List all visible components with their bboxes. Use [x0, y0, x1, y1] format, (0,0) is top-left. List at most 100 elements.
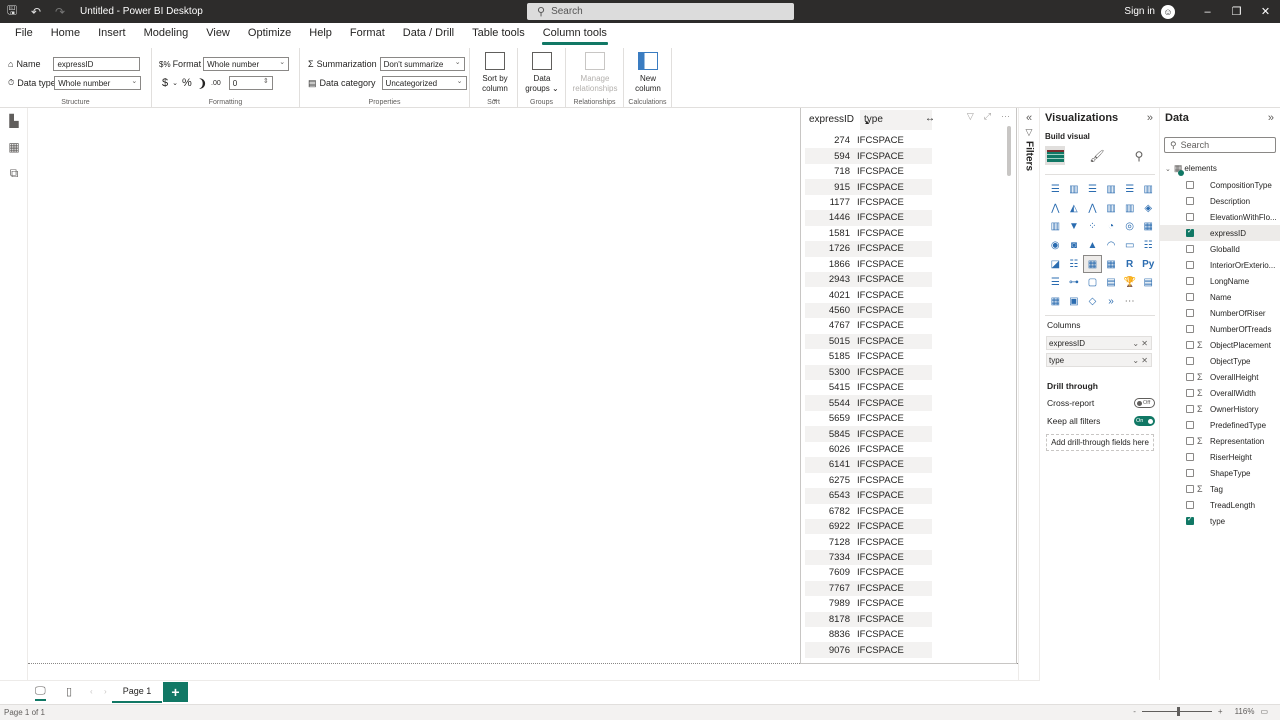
filters-label[interactable]: Filters	[1024, 141, 1035, 171]
summarization-dropdown[interactable]: Don't summarize ⌄	[379, 57, 465, 71]
field-checkbox[interactable]	[1186, 245, 1194, 253]
zoom-in-button[interactable]: +	[1218, 707, 1223, 716]
format-dropdown[interactable]: Whole number ⌄	[203, 57, 290, 71]
field-item[interactable]: Σ Representation	[1160, 433, 1280, 449]
mobile-layout-icon[interactable]: ▯	[66, 685, 72, 698]
table-visual-icon[interactable]: ▦	[1083, 254, 1102, 274]
menu-column-tools[interactable]: Column tools	[534, 23, 616, 45]
percent-button[interactable]: %	[182, 77, 192, 89]
table-row[interactable]: 1446 IFCSPACE	[805, 210, 932, 226]
more-visual-icon[interactable]: ⋯	[1120, 292, 1139, 311]
drill-through-drop-zone[interactable]: Add drill-through fields here	[1046, 434, 1154, 451]
funnel-visual-icon[interactable]: ▼	[1065, 217, 1084, 236]
spinner-icon[interactable]: ⇕	[263, 77, 269, 85]
build-visual-tab[interactable]	[1045, 146, 1065, 165]
column-resize-cursor-icon[interactable]: ↔	[925, 113, 935, 124]
keep-filters-toggle[interactable]: On	[1134, 416, 1155, 426]
chevron-visual-icon[interactable]: »	[1102, 292, 1121, 311]
qa-visual-icon[interactable]: ▢	[1083, 273, 1102, 292]
focus-mode-icon[interactable]: ⤢	[984, 111, 991, 122]
diamond-visual-icon[interactable]: ◇	[1083, 292, 1102, 311]
field-checkbox[interactable]	[1186, 227, 1194, 237]
field-item[interactable]: Σ OverallHeight	[1160, 369, 1280, 385]
clustered-column-visual-icon[interactable]: ▥	[1102, 180, 1121, 199]
field-checkbox[interactable]	[1186, 389, 1194, 397]
decimal-places-icon[interactable]: .00	[211, 80, 221, 87]
scatter-visual-icon[interactable]: ⁘	[1083, 217, 1102, 236]
line-clustered-column-visual-icon[interactable]: ▥	[1120, 199, 1139, 218]
field-checkbox[interactable]	[1186, 421, 1194, 429]
page-tab-1[interactable]: Page 1	[112, 681, 162, 703]
filled-map-visual-icon[interactable]: ◙	[1065, 236, 1084, 255]
field-checkbox[interactable]	[1186, 261, 1194, 269]
vertical-scrollbar[interactable]	[1007, 126, 1011, 176]
field-checkbox[interactable]	[1186, 213, 1194, 221]
table-node-elements[interactable]: ⌄ ▦ elements	[1165, 163, 1217, 176]
field-item[interactable]: LongName	[1160, 273, 1280, 289]
slicer-visual-icon[interactable]: ☷	[1065, 255, 1084, 274]
field-checkbox[interactable]	[1186, 437, 1194, 445]
field-item[interactable]: NumberOfRiser	[1160, 305, 1280, 321]
filter-icon[interactable]: ▽	[967, 111, 974, 122]
currency-chevron-icon[interactable]: ⌄	[172, 79, 178, 87]
table-row[interactable]: 6141 IFCSPACE	[805, 457, 932, 473]
field-item[interactable]: RiserHeight	[1160, 449, 1280, 465]
table-row[interactable]: 5300 IFCSPACE	[805, 364, 932, 380]
field-checkbox[interactable]	[1186, 181, 1194, 189]
global-search-box[interactable]: ⚲ Search	[527, 3, 794, 20]
save-icon[interactable]: 🖫	[0, 1, 24, 22]
paginated-visual-icon[interactable]: ▤	[1139, 273, 1158, 292]
table-row[interactable]: 1177 IFCSPACE	[805, 195, 932, 210]
field-item[interactable]: NumberOfTreads	[1160, 321, 1280, 337]
area-visual-icon[interactable]: ◭	[1065, 199, 1084, 218]
power-automate-visual-icon[interactable]: ▣	[1065, 292, 1084, 311]
menu-view[interactable]: View	[197, 23, 239, 45]
comma-style-button[interactable]: ❩	[198, 77, 207, 90]
metrics-visual-icon[interactable]: 🏆	[1120, 273, 1139, 292]
field-item[interactable]: Σ Tag	[1160, 481, 1280, 497]
table-row[interactable]: 274 IFCSPACE	[805, 133, 932, 148]
menu-format[interactable]: Format	[341, 23, 394, 45]
field-checkbox[interactable]	[1186, 405, 1194, 413]
close-button[interactable]: ✕	[1251, 5, 1280, 18]
data-category-dropdown[interactable]: Uncategorized ⌄	[381, 76, 467, 90]
menu-optimize[interactable]: Optimize	[239, 23, 300, 45]
decimal-places-input[interactable]: 0 ⇕	[228, 76, 273, 90]
column-header-type[interactable]: type ▲	[860, 109, 932, 130]
100-bar-visual-icon[interactable]: ☰	[1120, 180, 1139, 199]
table-row[interactable]: 7128 IFCSPACE	[805, 534, 932, 549]
zoom-out-button[interactable]: -	[1133, 707, 1136, 716]
table-row[interactable]: 8836 IFCSPACE	[805, 627, 932, 642]
map-visual-icon[interactable]: ◉	[1046, 236, 1065, 255]
field-checkbox[interactable]	[1186, 293, 1194, 301]
field-checkbox[interactable]	[1186, 501, 1194, 509]
column-field-type[interactable]: type ⌄ ✕	[1046, 353, 1152, 367]
table-row[interactable]: 7989 IFCSPACE	[805, 596, 932, 611]
zoom-slider[interactable]	[1141, 707, 1212, 716]
field-checkbox[interactable]	[1186, 357, 1194, 365]
multi-row-card-visual-icon[interactable]: ☷	[1139, 236, 1158, 255]
menu-table-tools[interactable]: Table tools	[463, 23, 534, 45]
stacked-column-visual-icon[interactable]: ▥	[1065, 180, 1084, 199]
table-row[interactable]: 6543 IFCSPACE	[805, 488, 932, 504]
stacked-bar-visual-icon[interactable]: ☰	[1046, 180, 1065, 199]
table-row[interactable]: 5185 IFCSPACE	[805, 349, 932, 364]
decomposition-tree-visual-icon[interactable]: ⊶	[1065, 273, 1084, 292]
sort-by-column-button[interactable]: Sort by column ⌄	[478, 52, 512, 104]
prev-page-icon[interactable]: ‹	[90, 687, 93, 696]
table-row[interactable]: 5015 IFCSPACE	[805, 333, 932, 350]
field-checkbox[interactable]	[1186, 277, 1194, 285]
narrative-visual-icon[interactable]: ▤	[1102, 273, 1121, 292]
field-item[interactable]: PredefinedType	[1160, 417, 1280, 433]
100-column-visual-icon[interactable]: ▥	[1139, 180, 1158, 199]
field-item[interactable]: GlobalId	[1160, 241, 1280, 257]
table-row[interactable]: 8178 IFCSPACE	[805, 611, 932, 627]
new-column-button[interactable]: New column	[631, 52, 665, 94]
zoom-slider-thumb[interactable]	[1177, 707, 1181, 716]
table-row[interactable]: 9076 IFCSPACE	[805, 642, 932, 658]
undo-icon[interactable]: ↶	[24, 5, 48, 19]
field-actions[interactable]: ⌄ ✕	[1132, 339, 1148, 348]
r-visual-visual-icon[interactable]: R	[1120, 255, 1139, 274]
field-item[interactable]: Σ OwnerHistory	[1160, 401, 1280, 417]
data-type-dropdown[interactable]: Whole number ⌄	[54, 76, 142, 90]
